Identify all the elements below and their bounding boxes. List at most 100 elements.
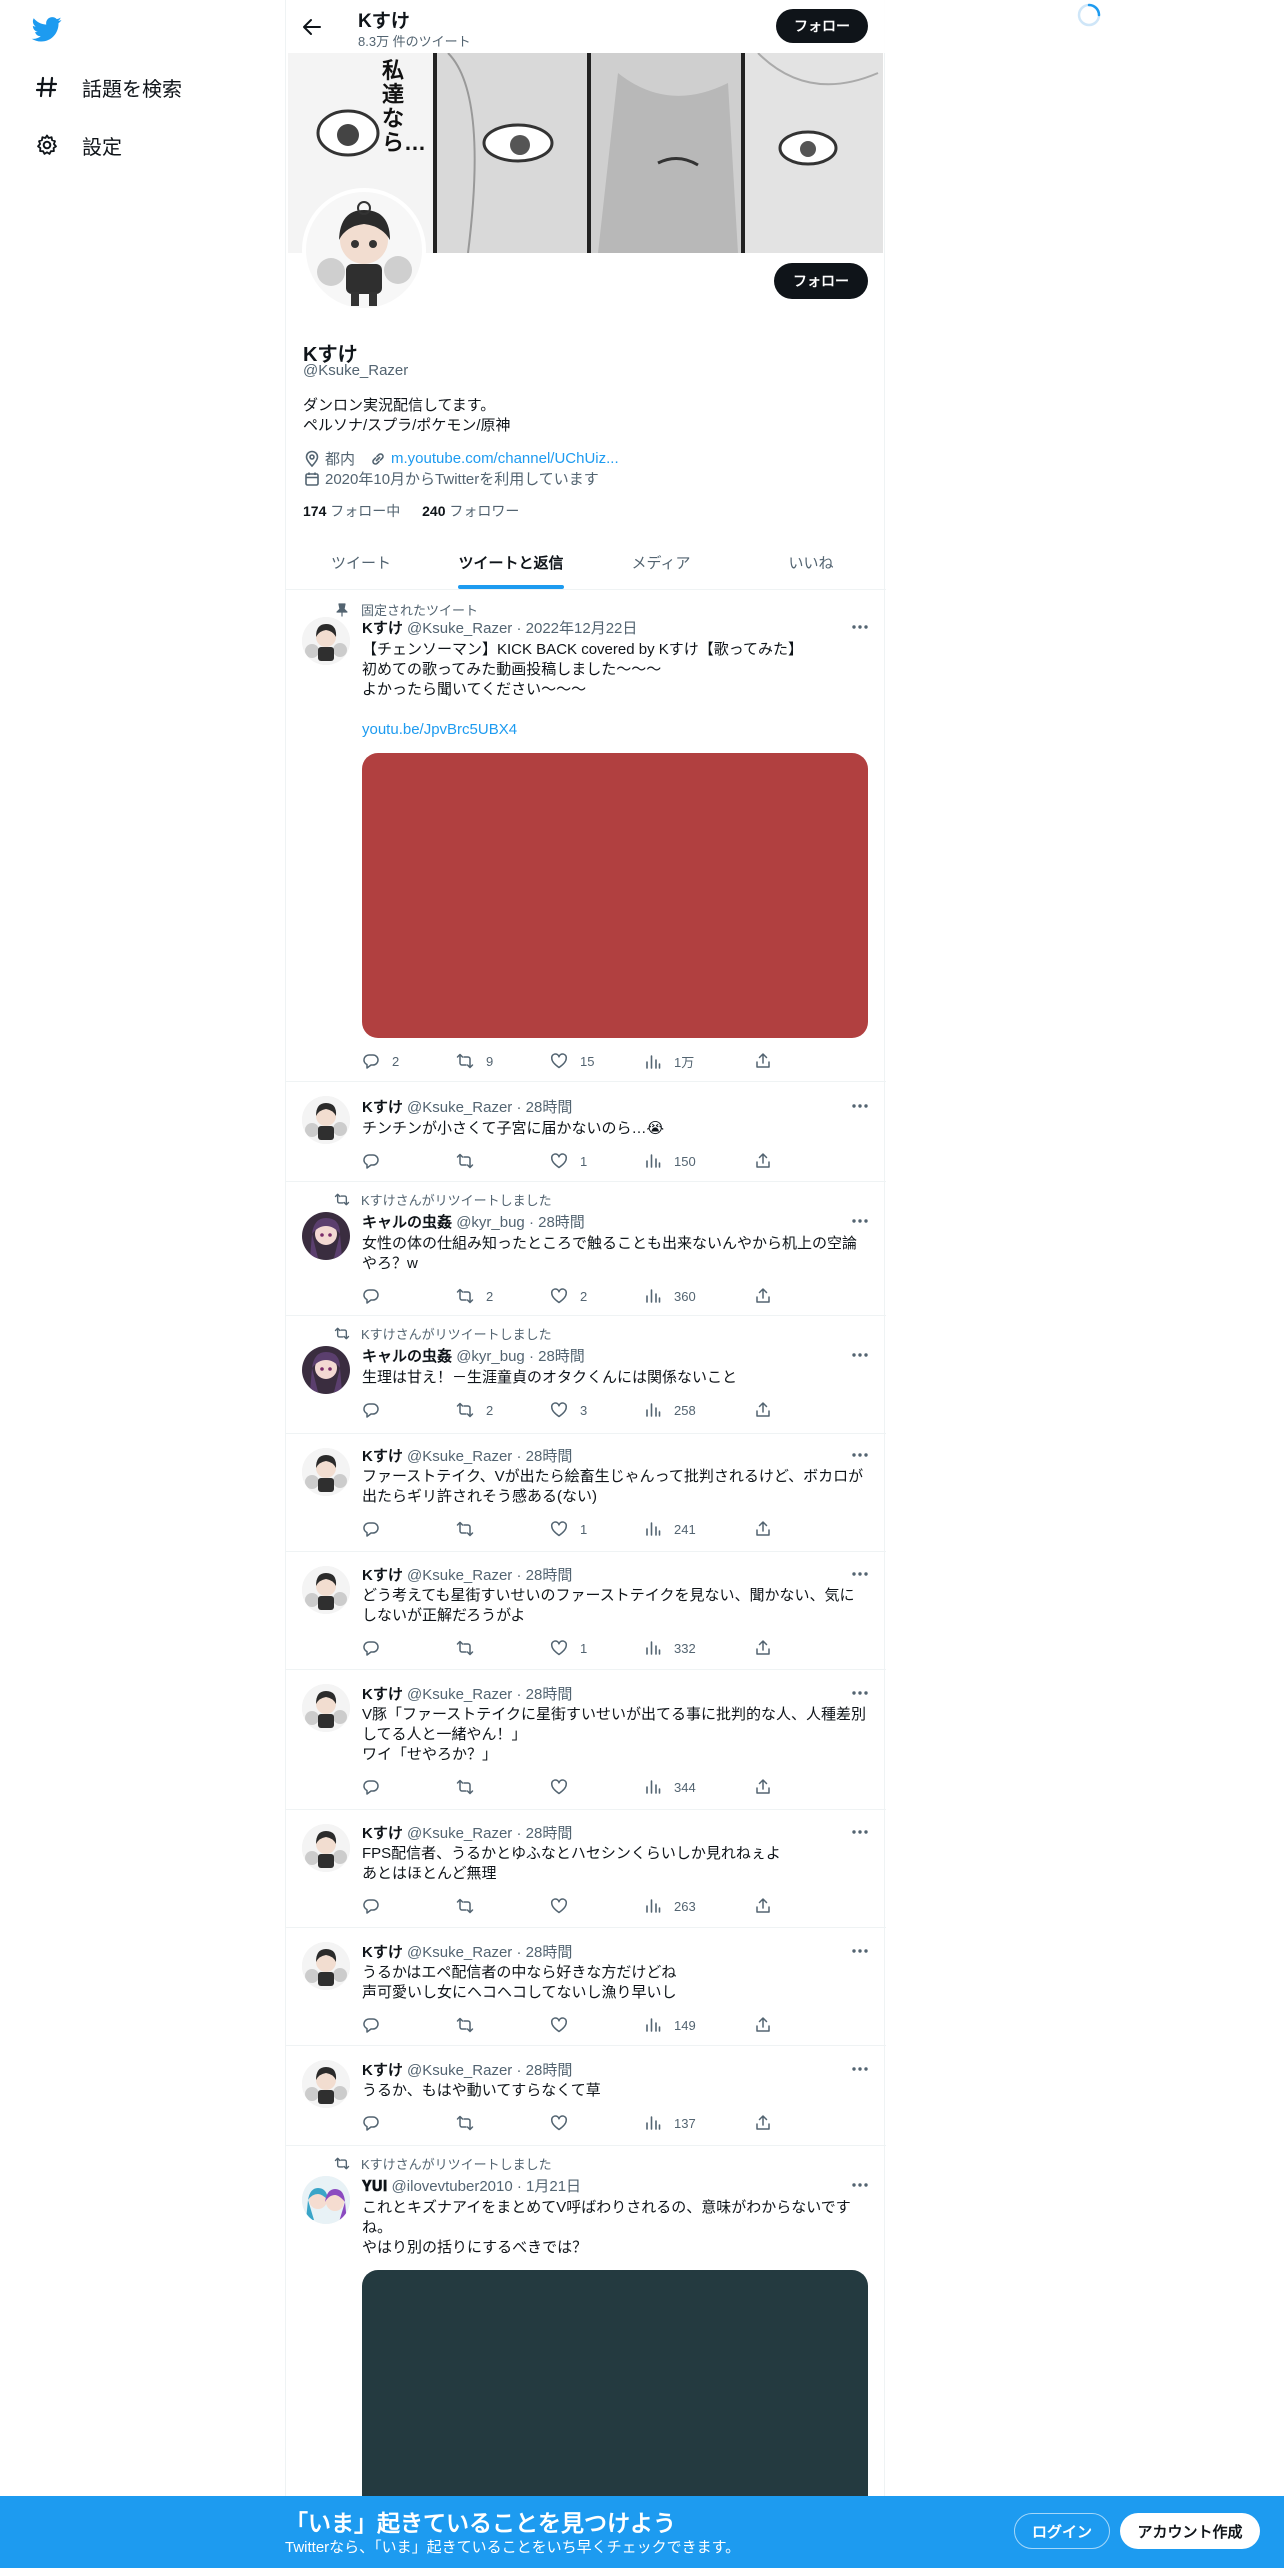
more-icon[interactable] xyxy=(850,1211,870,1231)
retweet-button[interactable] xyxy=(456,2114,486,2132)
reply-button[interactable] xyxy=(362,1401,392,1419)
share-button[interactable] xyxy=(754,1897,784,1915)
tweet-avatar[interactable] xyxy=(302,1684,350,1732)
retweet-button[interactable] xyxy=(456,1520,486,1538)
retweet-button[interactable] xyxy=(456,1152,486,1170)
tweet-author-name[interactable]: キャルの虫姦 xyxy=(362,1348,452,1365)
tweet-time[interactable]: 28時間 xyxy=(526,1099,573,1116)
signup-button[interactable]: アカウント作成 xyxy=(1120,2513,1260,2549)
like-button[interactable] xyxy=(550,1897,580,1915)
views-button[interactable]: 241 xyxy=(644,1520,696,1538)
tweet-author-name[interactable]: 𝐘𝐔𝐈 xyxy=(362,2178,387,2195)
tweet-author-handle[interactable]: @Ksuke_Razer xyxy=(407,620,512,637)
tweet[interactable]: Kすけ @Ksuke_Razer · 28時間 チンチンが小さくて子宮に届かないの… xyxy=(286,1082,886,1182)
tweet-avatar[interactable] xyxy=(302,2176,350,2224)
tweet-author-handle[interactable]: @Ksuke_Razer xyxy=(407,1825,512,1842)
tweet-avatar[interactable] xyxy=(302,1942,350,1990)
tweet-time[interactable]: 28時間 xyxy=(538,1348,585,1365)
tweet-author-handle[interactable]: @Ksuke_Razer xyxy=(407,2062,512,2079)
tab-tweets[interactable]: ツイート xyxy=(286,536,436,589)
share-button[interactable] xyxy=(754,1401,784,1419)
share-button[interactable] xyxy=(754,1052,784,1070)
twitter-logo-icon[interactable] xyxy=(30,14,64,44)
tweet-author-name[interactable]: Kすけ xyxy=(362,1099,403,1116)
tweet-author-name[interactable]: Kすけ xyxy=(362,1825,403,1842)
tab-media[interactable]: メディア xyxy=(586,536,736,589)
tweet[interactable]: Kすけ @Ksuke_Razer · 28時間 どう考えても星街すいせいのファース… xyxy=(286,1552,886,1670)
profile-avatar[interactable] xyxy=(302,188,426,312)
tweet-time[interactable]: 28時間 xyxy=(526,1567,573,1584)
tweet-media[interactable] xyxy=(362,2270,868,2530)
following-link[interactable]: 174 フォロー中 xyxy=(303,503,400,519)
reply-button[interactable] xyxy=(362,1897,392,1915)
share-button[interactable] xyxy=(754,2016,784,2034)
tweet-author-handle[interactable]: @Ksuke_Razer xyxy=(407,1567,512,1584)
tweet[interactable]: Kすけさんがリツイートしました キャルの虫姦 @kyr_bug · 28時間 生理… xyxy=(286,1316,886,1434)
tweet-author-handle[interactable]: @Ksuke_Razer xyxy=(407,1099,512,1116)
share-button[interactable] xyxy=(754,2114,784,2132)
tweet-avatar[interactable] xyxy=(302,1566,350,1614)
back-arrow-icon[interactable] xyxy=(298,13,326,41)
tweet[interactable]: Kすけさんがリツイートしました 𝐘𝐔𝐈 @ilovevtuber2010 · 1… xyxy=(286,2146,886,2530)
retweet-button[interactable] xyxy=(456,1639,486,1657)
views-button[interactable]: 137 xyxy=(644,2114,696,2132)
more-icon[interactable] xyxy=(850,2059,870,2079)
reply-button[interactable] xyxy=(362,1639,392,1657)
tweet-time[interactable]: 1月21日 xyxy=(526,2178,581,2195)
tweet-author-handle[interactable]: @Ksuke_Razer xyxy=(407,1944,512,1961)
retweet-button[interactable] xyxy=(456,1778,486,1796)
retweet-button[interactable] xyxy=(456,1897,486,1915)
tweet-author-name[interactable]: Kすけ xyxy=(362,1686,403,1703)
retweet-button[interactable]: 9 xyxy=(456,1052,493,1070)
tweet-author-name[interactable]: Kすけ xyxy=(362,2062,403,2079)
tweet-time[interactable]: 28時間 xyxy=(526,1448,573,1465)
tweet[interactable]: Kすけ @Ksuke_Razer · 28時間 FPS配信者、うるかとゆふなとハセ… xyxy=(286,1810,886,1928)
share-button[interactable] xyxy=(754,1287,784,1305)
like-button[interactable]: 3 xyxy=(550,1401,587,1419)
followers-link[interactable]: 240 フォロワー xyxy=(422,503,519,519)
nav-settings[interactable]: 設定 xyxy=(34,125,122,165)
share-button[interactable] xyxy=(754,1639,784,1657)
tweet-avatar[interactable] xyxy=(302,1346,350,1394)
like-button[interactable]: 1 xyxy=(550,1520,587,1538)
tweet-avatar[interactable] xyxy=(302,2060,350,2108)
header-follow-button[interactable]: フォロー xyxy=(776,9,868,43)
reply-button[interactable] xyxy=(362,1778,392,1796)
more-icon[interactable] xyxy=(850,617,870,637)
tweet[interactable]: Kすけ @Ksuke_Razer · 28時間 ファーストテイク、Vが出たら絵畜生… xyxy=(286,1434,886,1552)
more-icon[interactable] xyxy=(850,2175,870,2195)
tweet-avatar[interactable] xyxy=(302,1096,350,1144)
more-icon[interactable] xyxy=(850,1941,870,1961)
like-button[interactable]: 1 xyxy=(550,1639,587,1657)
tweet-author-handle[interactable]: @ilovevtuber2010 xyxy=(392,2178,513,2195)
retweet-button[interactable]: 2 xyxy=(456,1287,493,1305)
share-button[interactable] xyxy=(754,1778,784,1796)
retweet-button[interactable]: 2 xyxy=(456,1401,493,1419)
tweet-author-handle[interactable]: @Ksuke_Razer xyxy=(407,1686,512,1703)
more-icon[interactable] xyxy=(850,1096,870,1116)
like-button[interactable]: 1 xyxy=(550,1152,587,1170)
views-button[interactable]: 149 xyxy=(644,2016,696,2034)
more-icon[interactable] xyxy=(850,1345,870,1365)
tab-likes[interactable]: いいね xyxy=(736,536,886,589)
more-icon[interactable] xyxy=(850,1822,870,1842)
tweet[interactable]: Kすけ @Ksuke_Razer · 28時間 うるかはエペ配信者の中なら好きな方… xyxy=(286,1928,886,2046)
views-button[interactable]: 344 xyxy=(644,1778,696,1796)
like-button[interactable] xyxy=(550,2114,580,2132)
tweet-time[interactable]: 2022年12月22日 xyxy=(526,620,638,637)
more-icon[interactable] xyxy=(850,1445,870,1465)
tweet-avatar[interactable] xyxy=(302,617,350,665)
profile-follow-button[interactable]: フォロー xyxy=(774,263,868,299)
views-button[interactable]: 360 xyxy=(644,1287,696,1305)
reply-button[interactable] xyxy=(362,2114,392,2132)
tweet[interactable]: 固定されたツイート Kすけ @Ksuke_Razer · 2022年12月22日… xyxy=(286,590,886,1082)
share-button[interactable] xyxy=(754,1520,784,1538)
tweet-author-handle[interactable]: @kyr_bug xyxy=(456,1214,525,1231)
tweet-link[interactable]: youtu.be/JpvBrc5UBX4 xyxy=(362,720,874,740)
tweet[interactable]: Kすけさんがリツイートしました キャルの虫姦 @kyr_bug · 28時間 女性… xyxy=(286,1182,886,1316)
tweet-time[interactable]: 28時間 xyxy=(538,1214,585,1231)
like-button[interactable]: 2 xyxy=(550,1287,587,1305)
tweet-author-name[interactable]: Kすけ xyxy=(362,1567,403,1584)
tab-tweets-and-replies[interactable]: ツイートと返信 xyxy=(436,536,586,589)
views-button[interactable]: 1万 xyxy=(644,1052,694,1071)
